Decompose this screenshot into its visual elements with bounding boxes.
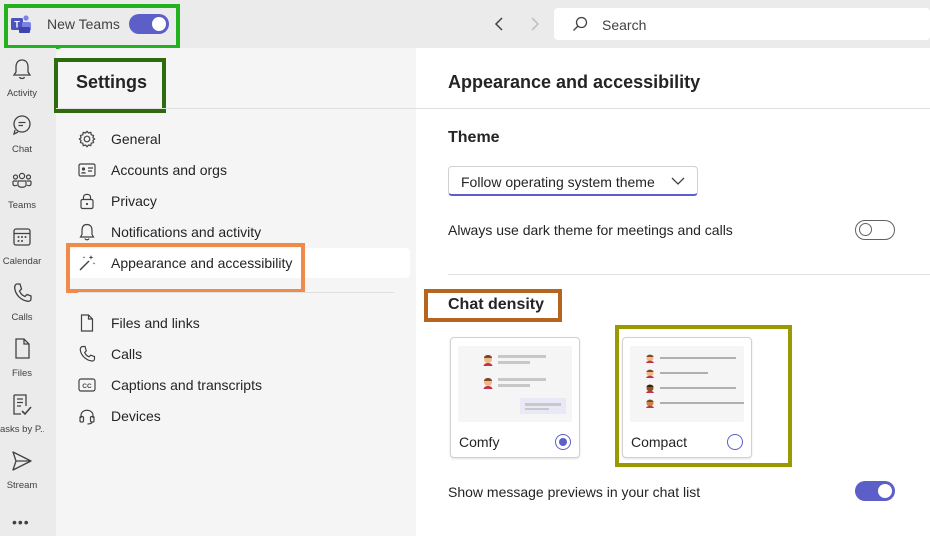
phone-icon bbox=[79, 345, 96, 362]
menu-label: General bbox=[111, 131, 161, 147]
menu-label: Files and links bbox=[111, 315, 200, 331]
settings-menu-captions[interactable]: CC Captions and transcripts bbox=[68, 370, 410, 400]
rail-label: Stream bbox=[6, 480, 38, 491]
menu-label: Appearance and accessibility bbox=[111, 255, 293, 271]
search-input[interactable]: Search bbox=[554, 8, 930, 40]
settings-menu-calls[interactable]: Calls bbox=[68, 339, 410, 369]
menu-label: Notifications and activity bbox=[111, 224, 262, 240]
divider bbox=[78, 292, 394, 293]
tasks-icon bbox=[13, 394, 32, 416]
menu-label: Captions and transcripts bbox=[111, 377, 262, 393]
rail-item-teams[interactable]: Teams bbox=[0, 170, 56, 226]
rail-label: Files bbox=[11, 368, 33, 379]
dark-meetings-toggle[interactable] bbox=[855, 220, 895, 240]
rail-item-calls[interactable]: Calls bbox=[0, 282, 56, 338]
rail-label: Chat bbox=[11, 144, 33, 155]
chat-icon bbox=[13, 115, 31, 136]
comfy-radio[interactable] bbox=[555, 434, 571, 450]
bell-icon bbox=[79, 223, 95, 241]
rail-item-calendar[interactable]: Calendar bbox=[0, 226, 56, 282]
teams-icon bbox=[12, 172, 32, 188]
forward-arrow-icon[interactable] bbox=[524, 14, 544, 34]
new-teams-label: New Teams bbox=[47, 16, 120, 32]
comfy-preview bbox=[458, 346, 572, 422]
rail-label: Calls bbox=[11, 312, 33, 323]
new-teams-toggle[interactable] bbox=[129, 14, 169, 34]
density-option-comfy[interactable]: Comfy bbox=[450, 337, 580, 458]
divider bbox=[56, 108, 416, 109]
back-arrow-icon[interactable] bbox=[490, 14, 510, 34]
rail-item-activity[interactable]: Activity bbox=[0, 58, 56, 114]
cc-icon: CC bbox=[78, 378, 96, 392]
settings-content: Appearance and accessibility Theme Follo… bbox=[416, 48, 930, 536]
settings-menu-privacy[interactable]: Privacy bbox=[68, 186, 410, 216]
settings-menu-files[interactable]: Files and links bbox=[68, 308, 410, 338]
menu-label: Calls bbox=[111, 346, 143, 362]
phone-icon bbox=[14, 283, 32, 302]
rail-item-chat[interactable]: Chat bbox=[0, 114, 56, 170]
rail-item-stream[interactable]: Stream bbox=[0, 450, 56, 506]
settings-menu-devices[interactable]: Devices bbox=[68, 401, 410, 431]
magic-wand-icon bbox=[79, 255, 96, 271]
compact-radio[interactable] bbox=[727, 434, 743, 450]
theme-dropdown-value: Follow operating system theme bbox=[461, 174, 655, 190]
menu-label: Privacy bbox=[111, 193, 157, 209]
stream-icon bbox=[12, 451, 32, 471]
message-previews-label: Show message previews in your chat list bbox=[448, 484, 701, 500]
rail-label: Activity bbox=[6, 88, 38, 99]
settings-menu-accounts[interactable]: Accounts and orgs bbox=[68, 155, 410, 185]
message-previews-toggle[interactable] bbox=[855, 481, 895, 501]
search-placeholder: Search bbox=[602, 17, 647, 33]
calendar-icon bbox=[13, 228, 31, 246]
density-label: Comfy bbox=[459, 434, 500, 450]
density-label: Compact bbox=[631, 434, 688, 450]
gear-icon bbox=[78, 130, 96, 148]
rail-label: Teams bbox=[8, 200, 36, 211]
title-bar: T New Teams Search bbox=[0, 0, 930, 49]
divider bbox=[448, 274, 930, 275]
rail-label: Calendar bbox=[2, 256, 42, 267]
dark-meetings-label: Always use dark theme for meetings and c… bbox=[448, 222, 733, 238]
id-card-icon bbox=[78, 163, 96, 177]
app-rail: Activity Chat Teams Calendar Calls Files… bbox=[0, 48, 56, 536]
svg-text:CC: CC bbox=[82, 383, 92, 390]
theme-dropdown[interactable]: Follow operating system theme bbox=[448, 166, 698, 196]
rail-label: asks by P... bbox=[0, 424, 44, 435]
more-apps-button[interactable]: ••• bbox=[12, 514, 30, 530]
settings-menu-general[interactable]: General bbox=[68, 124, 410, 154]
bell-icon bbox=[12, 59, 32, 80]
divider bbox=[416, 108, 930, 109]
compact-preview-illustration bbox=[646, 354, 752, 408]
menu-label: Accounts and orgs bbox=[111, 162, 227, 178]
settings-title: Settings bbox=[76, 72, 148, 92]
compact-preview bbox=[630, 346, 752, 422]
settings-menu-appearance[interactable]: Appearance and accessibility bbox=[68, 248, 410, 278]
density-option-compact[interactable]: Compact bbox=[622, 337, 752, 458]
rail-item-files[interactable]: Files bbox=[0, 338, 56, 394]
chevron-down-icon bbox=[671, 177, 685, 185]
lock-icon bbox=[80, 193, 94, 210]
settings-pane: Settings General Accounts and orgs Priva… bbox=[54, 48, 416, 536]
theme-heading: Theme bbox=[448, 129, 500, 146]
file-icon bbox=[15, 338, 30, 359]
file-icon bbox=[80, 314, 94, 332]
page-title: Appearance and accessibility bbox=[448, 72, 701, 92]
comfy-preview-illustration bbox=[483, 355, 566, 414]
menu-label: Devices bbox=[111, 408, 161, 424]
teams-logo-icon: T bbox=[11, 15, 31, 33]
settings-menu-notifications[interactable]: Notifications and activity bbox=[68, 217, 410, 247]
headset-icon bbox=[79, 409, 95, 425]
chat-density-heading: Chat density bbox=[448, 296, 545, 313]
search-icon bbox=[573, 16, 588, 31]
rail-item-tasks[interactable]: asks by P... bbox=[0, 394, 56, 450]
